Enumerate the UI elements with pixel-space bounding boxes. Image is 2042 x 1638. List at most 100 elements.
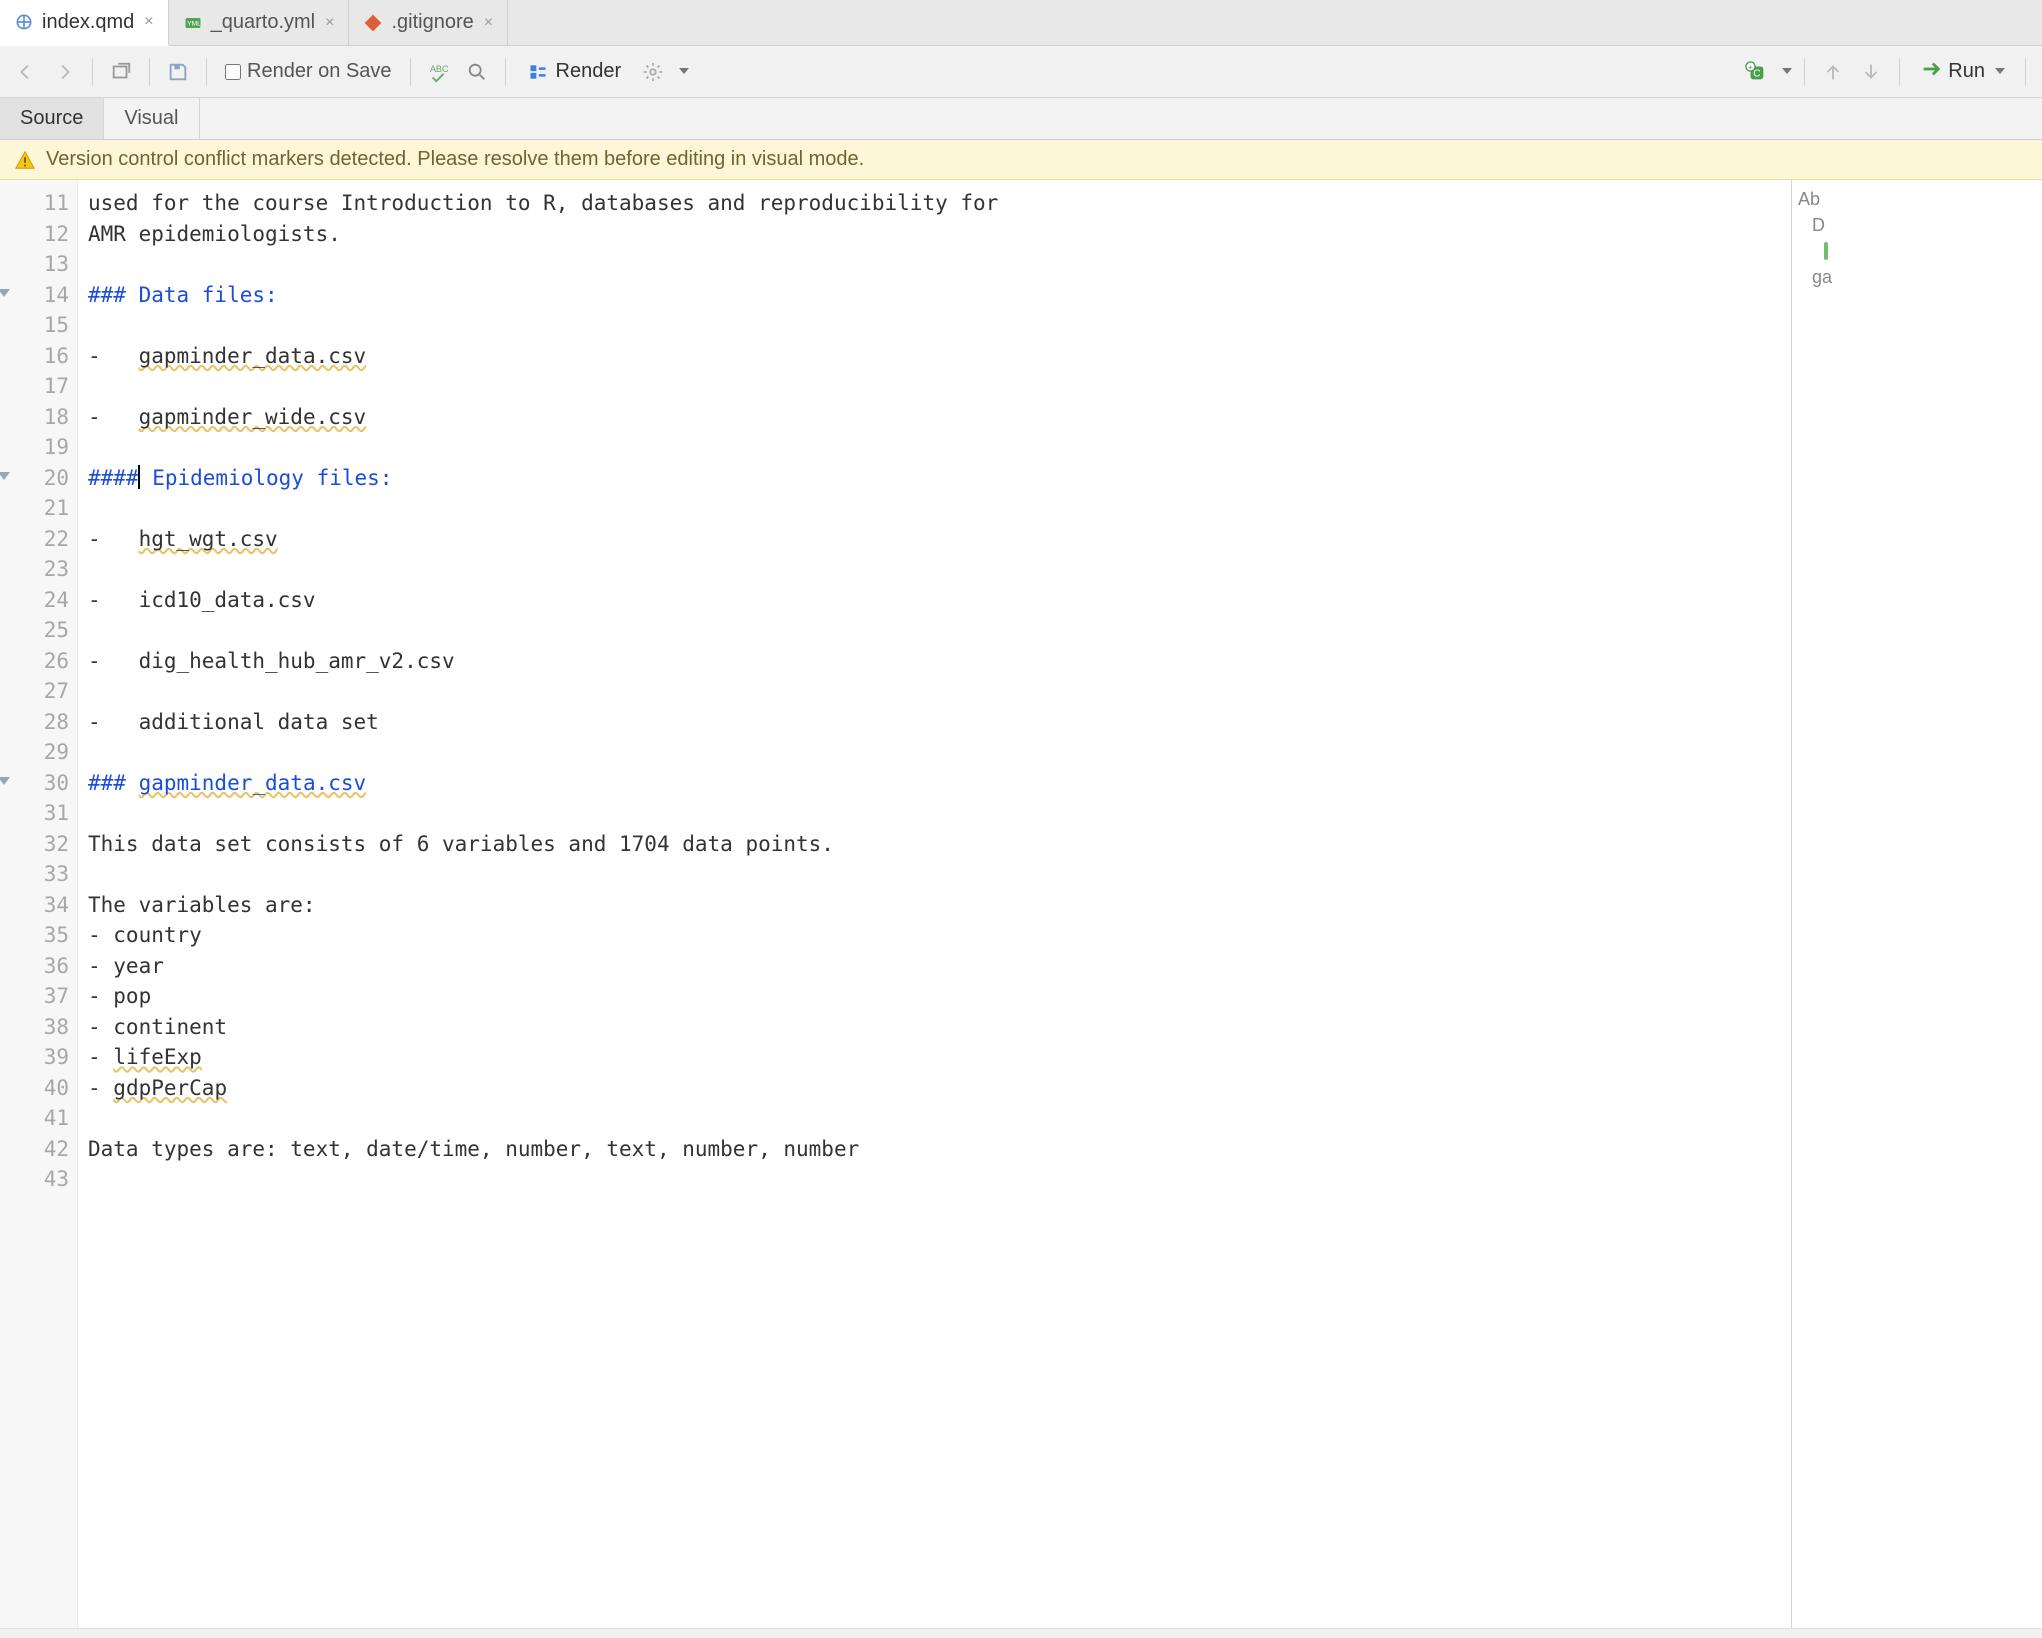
- code-line[interactable]: [88, 249, 1781, 280]
- fold-toggle-icon[interactable]: [0, 777, 10, 791]
- code-line[interactable]: - gapminder_data.csv: [88, 341, 1781, 372]
- forward-button[interactable]: [48, 56, 80, 88]
- file-tab[interactable]: index.qmd×: [0, 0, 169, 46]
- close-tab-icon[interactable]: ×: [484, 14, 493, 32]
- mode-tab-visual[interactable]: Visual: [104, 98, 199, 139]
- outline-pane[interactable]: AbDga: [1792, 180, 2042, 1628]
- file-tab[interactable]: YML_quarto.yml×: [169, 0, 350, 45]
- code-line[interactable]: [88, 1164, 1781, 1195]
- close-tab-icon[interactable]: ×: [144, 13, 153, 31]
- save-button[interactable]: [162, 56, 194, 88]
- code-line[interactable]: [88, 493, 1781, 524]
- line-number-gutter: 1112131415161718192021222324252627282930…: [0, 180, 78, 1628]
- line-number: 42: [0, 1134, 69, 1165]
- render-on-save-checkbox[interactable]: [225, 64, 241, 80]
- settings-button[interactable]: [637, 56, 669, 88]
- code-line[interactable]: - dig_health_hub_amr_v2.csv: [88, 646, 1781, 677]
- insert-chunk-button[interactable]: C+: [1740, 56, 1772, 88]
- line-number: 29: [0, 737, 69, 768]
- code-line[interactable]: [88, 615, 1781, 646]
- warning-icon: [14, 149, 36, 171]
- code-line[interactable]: [88, 859, 1781, 890]
- code-line[interactable]: [88, 432, 1781, 463]
- spellcheck-button[interactable]: ABC: [423, 56, 455, 88]
- code-line[interactable]: [88, 676, 1781, 707]
- render-icon: [528, 62, 548, 82]
- code-line[interactable]: [88, 310, 1781, 341]
- outline-item[interactable]: D: [1798, 212, 2038, 238]
- fold-toggle-icon[interactable]: [0, 289, 10, 303]
- run-button[interactable]: Run: [1912, 55, 2013, 89]
- settings-dropdown[interactable]: [679, 68, 689, 79]
- mode-tab-source[interactable]: Source: [0, 98, 104, 139]
- file-type-icon: YML: [183, 13, 203, 33]
- run-previous-button[interactable]: [1817, 56, 1849, 88]
- run-dropdown-caret[interactable]: [1995, 68, 2005, 79]
- find-button[interactable]: [461, 56, 493, 88]
- insert-chunk-dropdown[interactable]: [1782, 68, 1792, 79]
- code-line[interactable]: used for the course Introduction to R, d…: [88, 188, 1781, 219]
- outline-item[interactable]: [1798, 238, 2038, 264]
- code-area[interactable]: used for the course Introduction to R, d…: [78, 180, 1791, 1628]
- source-editor[interactable]: 1112131415161718192021222324252627282930…: [0, 180, 1792, 1628]
- file-tab[interactable]: .gitignore ×: [349, 0, 508, 45]
- outline-item[interactable]: Ab: [1798, 186, 2038, 212]
- fold-toggle-icon[interactable]: [0, 472, 10, 486]
- app-root: index.qmd×YML_quarto.yml× .gitignore × Ren…: [0, 0, 2042, 1638]
- code-line[interactable]: - lifeExp: [88, 1042, 1781, 1073]
- code-line[interactable]: [88, 554, 1781, 585]
- code-line[interactable]: [88, 737, 1781, 768]
- code-line[interactable]: [88, 371, 1781, 402]
- line-number: 39: [0, 1042, 69, 1073]
- toolbar-separator: [2025, 58, 2026, 86]
- code-line[interactable]: Data types are: text, date/time, number,…: [88, 1134, 1781, 1165]
- code-line[interactable]: - additional data set: [88, 707, 1781, 738]
- line-number: 31: [0, 798, 69, 829]
- horizontal-scrollbar[interactable]: [0, 1628, 2042, 1638]
- line-number: 13: [0, 249, 69, 280]
- outline-item[interactable]: ga: [1798, 264, 2038, 290]
- code-line[interactable]: ### Data files:: [88, 280, 1781, 311]
- mode-tab-visual-label: Visual: [124, 107, 178, 130]
- line-number: 30: [0, 768, 69, 799]
- code-line[interactable]: - gapminder_wide.csv: [88, 402, 1781, 433]
- code-line[interactable]: [88, 798, 1781, 829]
- line-number: 23: [0, 554, 69, 585]
- code-line[interactable]: ### gapminder_data.csv: [88, 768, 1781, 799]
- code-line[interactable]: - continent: [88, 1012, 1781, 1043]
- run-next-button[interactable]: [1855, 56, 1887, 88]
- code-line[interactable]: AMR epidemiologists.: [88, 219, 1781, 250]
- toolbar-separator: [505, 58, 506, 86]
- popup-window-button[interactable]: [105, 56, 137, 88]
- code-line[interactable]: [88, 1103, 1781, 1134]
- code-line[interactable]: - pop: [88, 981, 1781, 1012]
- file-tab-label: .gitignore: [391, 11, 473, 34]
- line-number: 32: [0, 829, 69, 860]
- close-tab-icon[interactable]: ×: [325, 14, 334, 32]
- code-line[interactable]: - hgt_wgt.csv: [88, 524, 1781, 555]
- code-line[interactable]: - icd10_data.csv: [88, 585, 1781, 616]
- toolbar-separator: [206, 58, 207, 86]
- line-number: 18: [0, 402, 69, 433]
- toolbar-separator: [92, 58, 93, 86]
- code-line[interactable]: The variables are:: [88, 890, 1781, 921]
- toolbar-separator: [1804, 58, 1805, 86]
- line-number: 43: [0, 1164, 69, 1195]
- editor-toolbar: Render on Save ABC Render C+: [0, 46, 2042, 98]
- toolbar-separator: [410, 58, 411, 86]
- render-label: Render: [556, 60, 622, 83]
- code-line[interactable]: - gdpPerCap: [88, 1073, 1781, 1104]
- render-on-save-toggle[interactable]: Render on Save: [219, 60, 398, 83]
- code-line[interactable]: - year: [88, 951, 1781, 982]
- render-on-save-label: Render on Save: [247, 60, 392, 83]
- code-line[interactable]: This data set consists of 6 variables an…: [88, 829, 1781, 860]
- code-line[interactable]: #### Epidemiology files:: [88, 463, 1781, 494]
- line-number: 40: [0, 1073, 69, 1104]
- render-button[interactable]: Render: [518, 57, 632, 86]
- line-number: 19: [0, 432, 69, 463]
- file-type-icon: [363, 13, 383, 33]
- back-button[interactable]: [10, 56, 42, 88]
- line-number: 36: [0, 951, 69, 982]
- code-line[interactable]: - country: [88, 920, 1781, 951]
- line-number: 16: [0, 341, 69, 372]
